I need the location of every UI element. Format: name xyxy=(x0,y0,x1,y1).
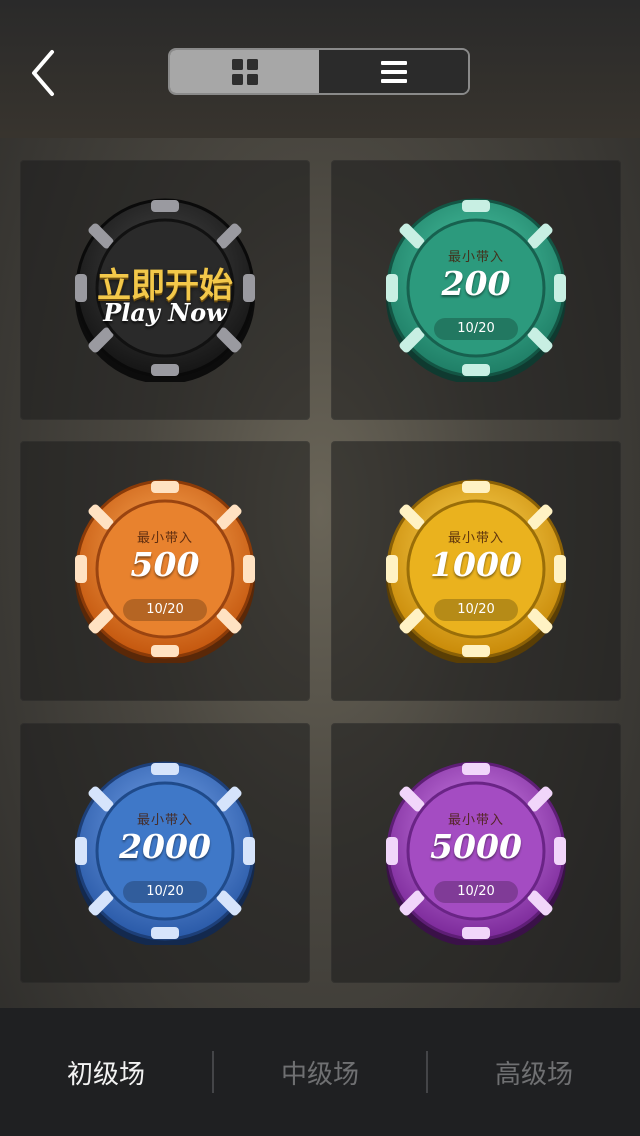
chevron-left-icon xyxy=(32,50,54,96)
tab-intermediate[interactable]: 中级场 xyxy=(214,1054,426,1091)
level-tab-bar: 初级场 中级场 高级场 xyxy=(0,1008,640,1136)
room-chip[interactable]: 最小带入 500 10/20 xyxy=(73,479,257,663)
view-toggle xyxy=(168,48,470,95)
play-now-chip[interactable]: 立即开始 Play Now xyxy=(73,198,257,382)
grid-view-button[interactable] xyxy=(170,50,319,93)
min-buyin-label: 最小带入 xyxy=(447,813,504,828)
min-buyin-label: 最小带入 xyxy=(136,813,193,828)
grid-icon xyxy=(231,58,258,85)
back-button[interactable] xyxy=(22,48,62,98)
player-count: 10/20 xyxy=(434,881,518,903)
player-count: 10/20 xyxy=(123,599,207,621)
room-chip[interactable]: 最小带入 200 10/20 xyxy=(384,198,568,382)
room-cell[interactable]: 最小带入 5000 10/20 xyxy=(331,723,621,983)
min-buyin-amount: 1000 xyxy=(430,545,522,584)
list-view-button[interactable] xyxy=(319,50,468,93)
player-count: 10/20 xyxy=(434,599,518,621)
tab-advanced[interactable]: 高级场 xyxy=(428,1054,640,1091)
player-count: 10/20 xyxy=(434,318,518,340)
room-cell[interactable]: 最小带入 2000 10/20 xyxy=(20,723,310,983)
list-icon xyxy=(380,60,407,83)
min-buyin-amount: 2000 xyxy=(119,827,211,866)
min-buyin-amount: 500 xyxy=(130,545,200,584)
room-cell[interactable]: 最小带入 500 10/20 xyxy=(20,441,310,701)
min-buyin-amount: 200 xyxy=(441,264,511,303)
player-count: 10/20 xyxy=(123,881,207,903)
room-cell[interactable]: 最小带入 1000 10/20 xyxy=(331,441,621,701)
room-cell[interactable]: 最小带入 200 10/20 xyxy=(331,160,621,420)
room-grid: 立即开始 Play Now 最小带入 200 10/20 最小带入 500 10… xyxy=(0,138,640,1008)
play-now-cell[interactable]: 立即开始 Play Now xyxy=(20,160,310,420)
min-buyin-label: 最小带入 xyxy=(447,250,504,265)
room-chip[interactable]: 最小带入 1000 10/20 xyxy=(384,479,568,663)
top-bar xyxy=(0,0,640,138)
room-chip[interactable]: 最小带入 5000 10/20 xyxy=(384,761,568,945)
tab-beginner[interactable]: 初级场 xyxy=(0,1054,212,1091)
play-now-title-en: Play Now xyxy=(103,298,227,327)
min-buyin-label: 最小带入 xyxy=(447,531,504,546)
min-buyin-label: 最小带入 xyxy=(136,531,193,546)
min-buyin-amount: 5000 xyxy=(430,827,522,866)
room-chip[interactable]: 最小带入 2000 10/20 xyxy=(73,761,257,945)
